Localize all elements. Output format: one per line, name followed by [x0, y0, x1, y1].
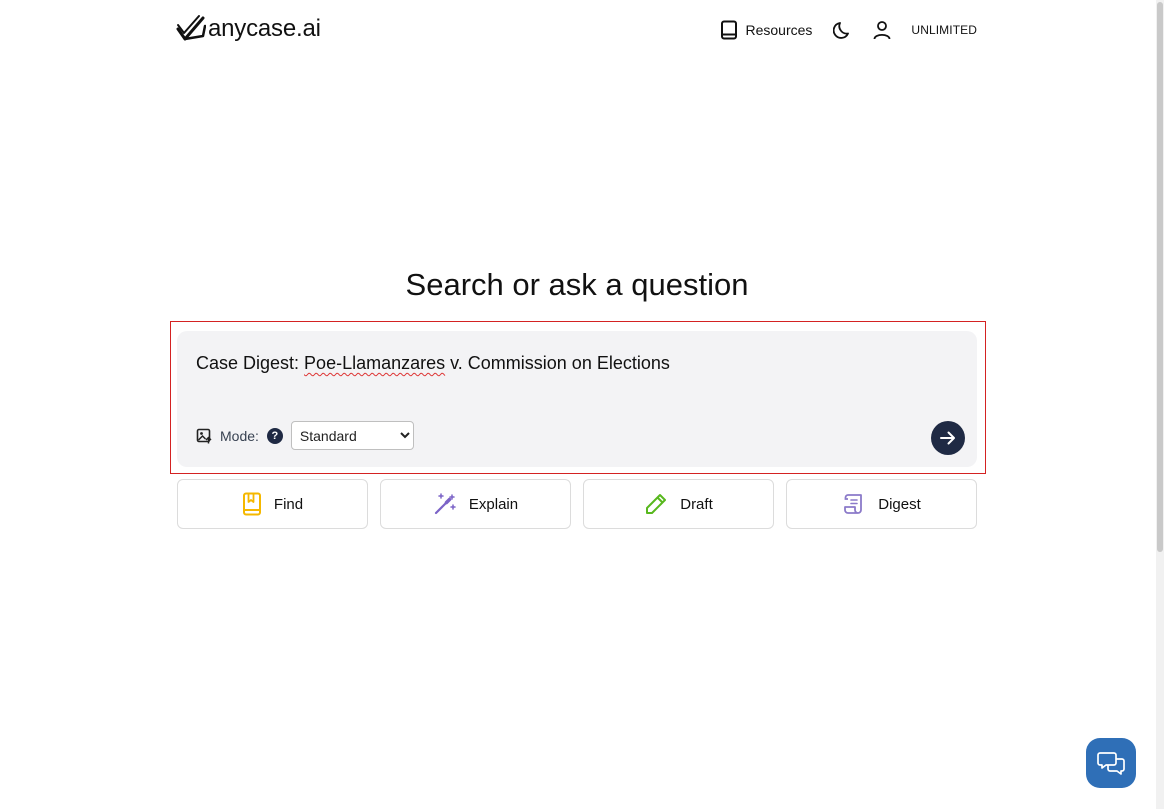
chat-support-button[interactable]: [1086, 738, 1136, 788]
query-misspelled-word: Poe-Llamanzares: [304, 353, 446, 373]
top-header: anycase.ai Resources UNLIMITED: [176, 14, 977, 48]
brand-logo[interactable]: anycase.ai: [176, 14, 321, 44]
user-icon: [874, 21, 891, 40]
account-button[interactable]: [873, 20, 891, 40]
scrollbar-thumb[interactable]: [1157, 2, 1163, 552]
explain-button[interactable]: Explain: [380, 479, 571, 529]
mode-label: Mode:: [220, 427, 259, 444]
book-icon: [720, 20, 737, 40]
chat-bubbles-icon: [1097, 752, 1125, 775]
mode-help-icon[interactable]: ?: [266, 427, 283, 444]
plan-badge[interactable]: UNLIMITED: [911, 23, 977, 37]
quick-actions: Find Explain Draft Digest: [177, 479, 977, 529]
draft-label: Draft: [680, 495, 713, 513]
checkmark-logo-icon: [176, 15, 206, 41]
digest-button[interactable]: Digest: [786, 479, 977, 529]
brand-name: anycase.ai: [208, 15, 321, 42]
magic-wand-icon: [434, 493, 456, 515]
send-button[interactable]: [931, 421, 965, 455]
top-nav: Resources UNLIMITED: [720, 20, 978, 40]
bookmark-book-icon: [242, 492, 261, 516]
query-prefix: Case Digest:: [196, 353, 305, 373]
draft-button[interactable]: Draft: [583, 479, 774, 529]
find-button[interactable]: Find: [177, 479, 368, 529]
query-suffix: v. Commission on Elections: [445, 353, 670, 373]
resources-link[interactable]: Resources: [720, 20, 813, 40]
find-label: Find: [273, 495, 304, 513]
image-upload-icon[interactable]: [196, 428, 212, 444]
arrow-right-icon: [940, 431, 955, 445]
scroll-icon: [844, 494, 863, 514]
theme-toggle[interactable]: [833, 20, 853, 40]
digest-label: Digest: [878, 495, 921, 513]
page-title: Search or ask a question: [405, 267, 749, 302]
explain-label: Explain: [468, 495, 519, 513]
page-scrollbar[interactable]: [1156, 0, 1164, 809]
resources-label: Resources: [745, 22, 813, 38]
search-query-text[interactable]: Case Digest: Poe-Llamanzares v. Commissi…: [196, 353, 670, 374]
pencil-icon: [646, 494, 667, 514]
mode-row: Mode: ? Standard: [196, 421, 414, 450]
moon-icon: [833, 22, 850, 39]
search-box[interactable]: Case Digest: Poe-Llamanzares v. Commissi…: [177, 331, 977, 467]
mode-select[interactable]: Standard: [290, 421, 414, 450]
